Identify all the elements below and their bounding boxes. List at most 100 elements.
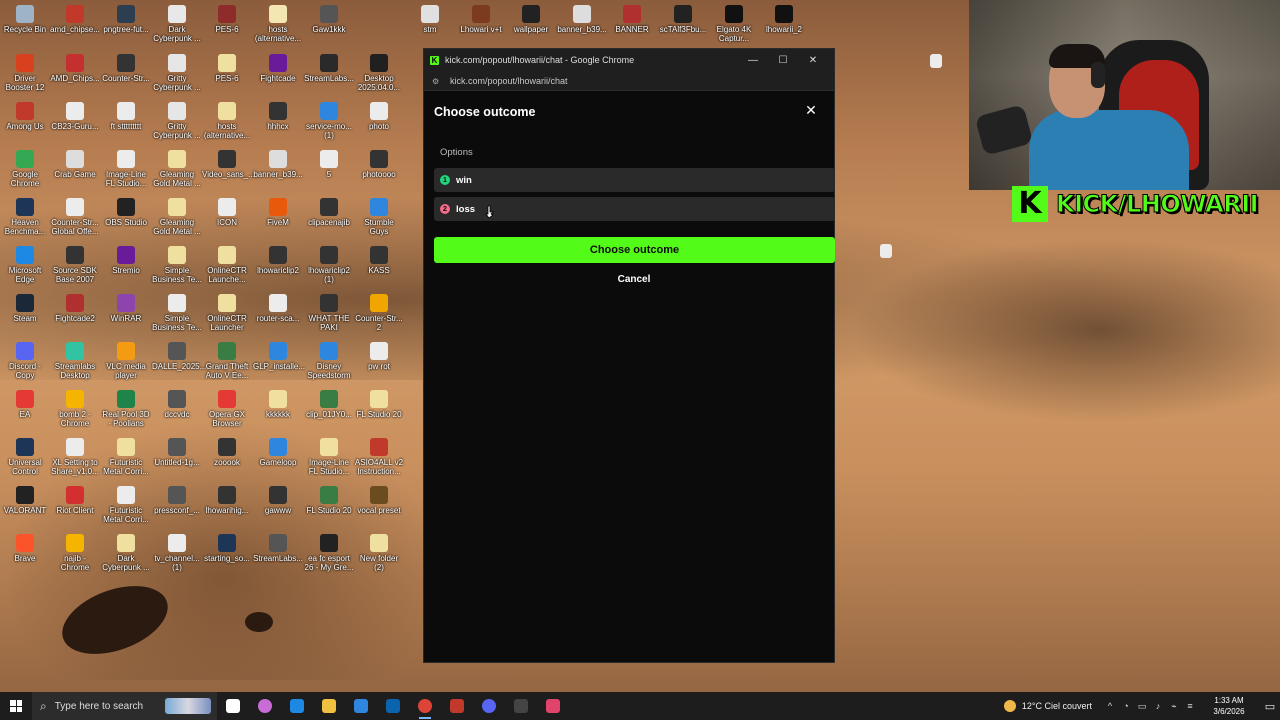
address-bar[interactable]: ⚙ kick.com/popout/lhowarii/chat [424,71,834,91]
desktop-icon[interactable]: Google Chrome [0,150,50,188]
desktop-icon[interactable]: Simple Business Te... [152,246,202,284]
desktop-icon[interactable]: lhowarii_2 [759,5,809,34]
desktop-icon[interactable]: WinRAR [101,294,151,323]
desktop-icon[interactable]: Counter-Str... 2 [354,294,404,332]
desktop-icon[interactable]: VALORANT [0,486,50,515]
desktop-icon[interactable]: Opera GX Browser [202,390,252,428]
taskbar-discord-icon[interactable] [473,692,505,720]
desktop-icon[interactable]: PES-6 [202,5,252,34]
choose-outcome-button[interactable]: Choose outcome [434,237,835,263]
desktop-icon[interactable]: Stumble Guys [354,198,404,236]
desktop-icon-pro-kfab[interactable] [861,244,911,260]
desktop-icon[interactable]: GLP_installe... [253,342,305,371]
desktop-icon[interactable]: Image-Line FL Studio... [101,150,151,188]
taskbar-app-pink-icon[interactable] [537,692,569,720]
desktop-icon[interactable]: Streamlabs Desktop [50,342,100,380]
desktop-icon[interactable]: EA [0,390,50,419]
desktop-icon[interactable]: Lhowari v+t [456,5,506,34]
desktop-icon[interactable]: Gaw1kkk [304,5,354,34]
desktop-icon[interactable]: ea fc esport 26 - My Gre... [304,534,354,572]
desktop-icon[interactable]: OnlineCTR Launcher [202,294,252,332]
desktop-icon[interactable]: gawww [253,486,303,515]
desktop-icon[interactable]: Dark Cyberpunk ... [152,5,202,43]
desktop-icon[interactable]: Brave [0,534,50,563]
taskbar-outlook-icon[interactable] [377,692,409,720]
network-icon[interactable]: ⌁ [1166,701,1182,712]
desktop-icon[interactable]: Microsoft Edge [0,246,50,284]
desktop-icon[interactable]: Among Us [0,102,50,131]
desktop-icon[interactable]: FiveM [253,198,303,227]
desktop-icon[interactable]: najib - Chrome [50,534,100,572]
desktop-icon[interactable]: service-mo... (1) [304,102,354,140]
taskbar-task-view-icon[interactable] [217,692,249,720]
desktop-icon[interactable]: Crab Game [50,150,100,179]
desktop-icon[interactable]: lhowariclip2 [253,246,303,275]
desktop-icon[interactable]: hhhcx [253,102,303,131]
desktop-icon[interactable]: zooook [202,438,252,467]
desktop-icon[interactable]: Driver Booster 12 [0,54,50,92]
taskbar-app-red-icon[interactable] [441,692,473,720]
desktop-icon[interactable]: router-sca... [253,294,303,323]
desktop-icon[interactable]: ICON [202,198,252,227]
desktop-icon[interactable]: AMD_Chips... [50,54,100,83]
site-settings-icon[interactable]: ⚙ [432,77,442,86]
desktop-icon[interactable]: DALLE_2025... [152,342,206,371]
desktop-icon[interactable]: Gritty Cyberpunk ... [152,54,202,92]
language-icon[interactable]: ≡ [1182,701,1198,711]
desktop-icon[interactable]: Riot Client [50,486,100,515]
desktop-icon[interactable]: Fightcade [253,54,303,83]
volume-icon[interactable]: ♪ [1150,701,1166,711]
taskbar-copilot-icon[interactable] [249,692,281,720]
desktop-icon[interactable]: Heaven Benchma... [0,198,50,236]
desktop-icon[interactable]: lhowarihig... [202,486,252,515]
window-titlebar[interactable]: K kick.com/popout/lhowarii/chat - Google… [424,49,834,71]
desktop-icon[interactable]: StreamLabs... [304,54,354,83]
start-button[interactable] [0,692,32,720]
option-win[interactable]: 1 win [434,168,835,192]
desktop-icon[interactable]: banner_b39... [557,5,607,34]
desktop-icon[interactable]: amd_chipse... [50,5,100,34]
clock[interactable]: 1:33 AM 3/6/2026 [1204,695,1254,717]
desktop-icon[interactable]: Fightcade2 [50,294,100,323]
desktop-icon[interactable]: WHAT THE PAKI [304,294,354,332]
desktop-icon[interactable]: kkkkkk [253,390,303,419]
desktop-icon[interactable]: pngtree-fut... [101,5,151,34]
minimize-button[interactable]: — [738,55,768,66]
desktop-icon[interactable]: bomb 2 - Chrome [50,390,100,428]
desktop-icon[interactable]: wallpaper [506,5,556,34]
desktop-icon[interactable]: Untitled-1g... [152,438,202,467]
desktop-icon[interactable]: StreamLabs... [253,534,303,563]
desktop-icon[interactable]: Elgato 4K Captur... [709,5,759,43]
desktop-icon[interactable]: OnlineCTR Launche... [202,246,252,284]
desktop-icon[interactable]: dccvdc [152,390,202,419]
desktop-icon[interactable]: scTAlf3Fbu... [658,5,708,34]
desktop-icon[interactable]: clipacenajib [304,198,354,227]
taskbar-search[interactable]: ⌕ Type here to search [32,692,217,720]
desktop-icon[interactable]: vocal preset [354,486,404,515]
taskbar-file-explorer-icon[interactable] [313,692,345,720]
cancel-button[interactable]: Cancel [424,274,844,285]
battery-icon[interactable]: ▭ [1134,701,1150,712]
desktop-icon[interactable]: KASS [354,246,404,275]
desktop-icon[interactable]: hosts (alternative... [253,5,303,43]
desktop-icon[interactable]: Universal Control [0,438,50,476]
taskbar-edge-icon[interactable] [281,692,313,720]
desktop-icon[interactable]: Counter-Str... [101,54,151,83]
desktop-icon[interactable]: XL Setting to Share_v1.0... [50,438,100,476]
desktop-icon[interactable]: Futuristic Metal Corri... [101,486,151,524]
desktop-icon[interactable]: tv_channel... (1) [152,534,202,572]
desktop-icon[interactable]: Real Pool 3D - Poolians [101,390,151,428]
desktop-icon[interactable]: Image-Line FL Studio... [304,438,354,476]
desktop-icon[interactable]: Disney Speedstorm [304,342,354,380]
desktop-icon[interactable]: VLC media player [101,342,151,380]
maximize-button[interactable]: ☐ [768,55,798,66]
show-hidden-icons-icon[interactable]: ^ [1102,701,1118,711]
desktop-icon[interactable]: 5 [304,150,354,179]
desktop-icon[interactable]: starting_so... [202,534,252,563]
desktop-icon[interactable]: Gleaming Gold Metal ... [152,198,202,236]
desktop-icon[interactable]: PES-6 [202,54,252,83]
desktop-icon[interactable]: Gritty Cyberpunk ... [152,102,202,140]
taskbar-store-icon[interactable] [345,692,377,720]
desktop-icon[interactable]: FL Studio 20 [304,486,354,515]
close-window-button[interactable]: ✕ [798,55,828,66]
